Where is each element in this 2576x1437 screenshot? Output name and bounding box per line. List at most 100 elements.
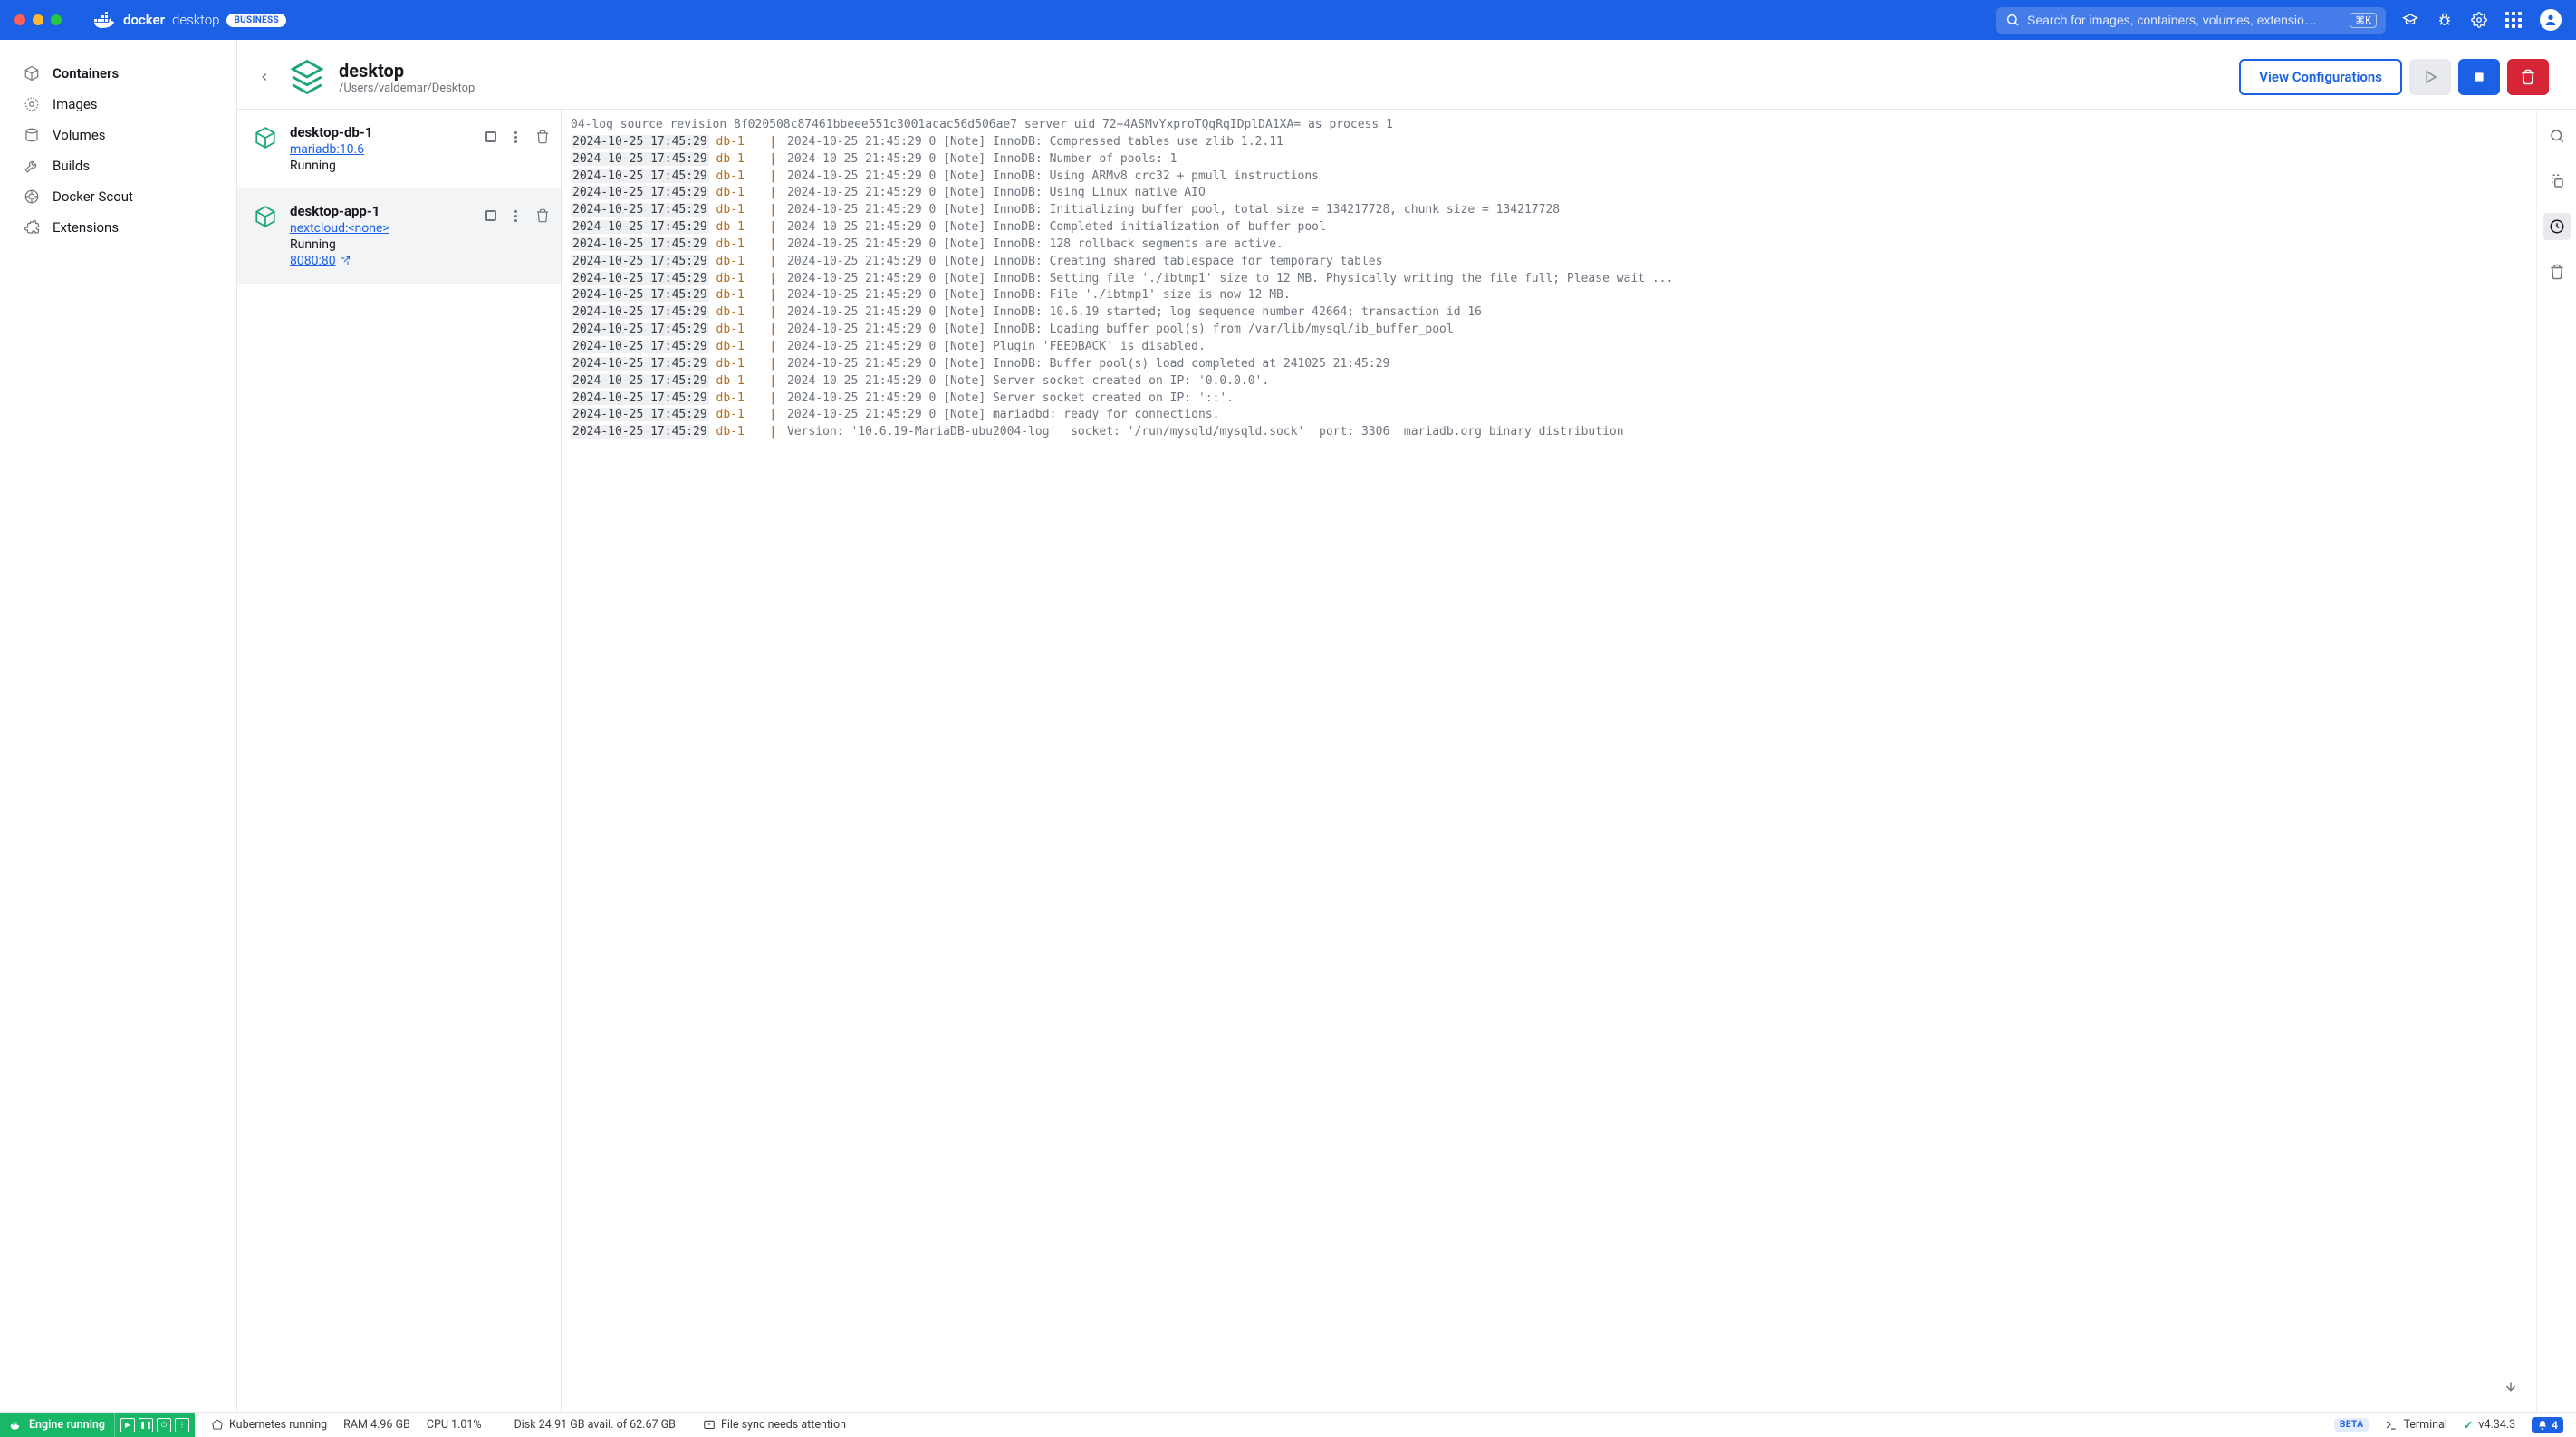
ram-usage: RAM 4.96 GB (343, 1418, 410, 1432)
filesync-status[interactable]: File sync needs attention (703, 1418, 846, 1432)
engine-controls: ▶ ❚❚ ⏻ ⋮ (114, 1413, 195, 1437)
chevron-left-icon (258, 71, 271, 83)
search-input[interactable] (2027, 13, 2342, 27)
filesync-text: File sync needs attention (721, 1418, 846, 1432)
sidebar-item-extensions[interactable]: Extensions (0, 212, 236, 243)
sidebar-item-label: Volumes (53, 127, 106, 143)
engine-status[interactable]: Engine running (0, 1413, 114, 1437)
log-line: 2024-10-25 17:45:29 db-1 | 2024-10-25 21… (571, 373, 2527, 391)
global-search[interactable]: ⌘K (1996, 7, 2386, 34)
cube-icon (24, 65, 40, 82)
log-line: 2024-10-25 17:45:29 db-1 | 2024-10-25 21… (571, 202, 2527, 219)
check-icon: ✓ (2464, 1418, 2473, 1432)
business-badge: BUSINESS (226, 14, 285, 27)
play-icon (2422, 69, 2438, 85)
whale-icon (9, 1419, 22, 1432)
minimize-window-button[interactable] (33, 14, 43, 25)
stop-icon (2472, 70, 2486, 84)
log-line: 2024-10-25 17:45:29 db-1 | 2024-10-25 21… (571, 151, 2527, 169)
trash-icon (2520, 69, 2536, 85)
version-text: v4.34.3 (2478, 1418, 2515, 1432)
sidebar-item-scout[interactable]: Docker Scout (0, 181, 236, 212)
statusbar: Engine running ▶ ❚❚ ⏻ ⋮ Kubernetes runni… (0, 1412, 2576, 1437)
engine-pause-icon[interactable]: ❚❚ (139, 1418, 153, 1432)
container-list: desktop-db-1 mariadb:10.6 Running deskto… (237, 110, 562, 1412)
engine-menu-icon[interactable]: ⋮ (175, 1418, 189, 1432)
cpu-usage: CPU 1.01% (427, 1418, 482, 1432)
clock-icon (2549, 218, 2565, 235)
stop-container-icon[interactable] (485, 131, 496, 142)
scroll-to-bottom-button[interactable] (2498, 1374, 2523, 1399)
stop-container-icon[interactable] (485, 210, 496, 221)
container-port-link[interactable]: 8080:80 (290, 254, 351, 268)
search-shortcut: ⌘K (2350, 13, 2377, 28)
stop-button[interactable] (2458, 59, 2500, 95)
fullscreen-window-button[interactable] (51, 14, 62, 25)
container-image-link[interactable]: mariadb:10.6 (290, 142, 364, 157)
container-cube-icon (254, 126, 277, 149)
k8s-status: Kubernetes running (211, 1418, 327, 1432)
sidebar: Containers Images Volumes Builds Docker … (0, 40, 237, 1412)
sidebar-item-volumes[interactable]: Volumes (0, 120, 236, 150)
clear-logs-button[interactable] (2543, 258, 2571, 285)
container-menu-icon[interactable] (514, 210, 517, 222)
settings-gear-icon[interactable] (2471, 12, 2487, 28)
engine-power-icon[interactable]: ⏻ (157, 1418, 171, 1432)
log-line: 2024-10-25 17:45:29 db-1 | 2024-10-25 21… (571, 236, 2527, 254)
brand: docker desktop BUSINESS (94, 12, 286, 28)
log-line: 2024-10-25 17:45:29 db-1 | 2024-10-25 21… (571, 322, 2527, 339)
terminal-toggle[interactable]: Terminal (2385, 1418, 2446, 1432)
puzzle-icon (24, 219, 40, 236)
trash-icon[interactable] (535, 208, 550, 223)
logs-output[interactable]: 04-log source revision 8f020508c87461bbe… (562, 110, 2536, 1412)
page-header: desktop /Users/valdemar/Desktop View Con… (237, 40, 2576, 109)
window-controls (14, 14, 62, 25)
page-path: /Users/valdemar/Desktop (339, 82, 475, 95)
view-configurations-button[interactable]: View Configurations (2239, 59, 2402, 95)
logs-panel: 04-log source revision 8f020508c87461bbe… (562, 110, 2576, 1412)
k8s-status-text: Kubernetes running (229, 1418, 327, 1432)
terminal-label: Terminal (2403, 1418, 2446, 1432)
sidebar-item-builds[interactable]: Builds (0, 150, 236, 181)
container-image-link[interactable]: nextcloud:<none> (290, 221, 389, 236)
container-list-item[interactable]: desktop-db-1 mariadb:10.6 Running (237, 110, 561, 188)
search-icon (2005, 13, 2020, 27)
trash-icon[interactable] (535, 130, 550, 144)
page-title: desktop (339, 60, 475, 82)
copy-logs-button[interactable] (2543, 168, 2571, 195)
sidebar-item-images[interactable]: Images (0, 89, 236, 120)
scout-icon (24, 188, 40, 205)
start-button[interactable] (2409, 59, 2451, 95)
apps-grid-icon[interactable] (2505, 12, 2522, 28)
container-cube-icon (254, 205, 277, 228)
log-line: 2024-10-25 17:45:29 db-1 | 2024-10-25 21… (571, 287, 2527, 304)
log-line: 2024-10-25 17:45:29 db-1 | 2024-10-25 21… (571, 407, 2527, 424)
learning-icon[interactable] (2402, 12, 2418, 28)
log-line: 2024-10-25 17:45:29 db-1 | 2024-10-25 21… (571, 356, 2527, 373)
wrench-icon (24, 158, 40, 174)
container-list-item[interactable]: desktop-app-1 nextcloud:<none> Running 8… (237, 188, 561, 284)
search-icon (2549, 128, 2565, 144)
version-info[interactable]: ✓ v4.34.3 (2464, 1418, 2515, 1432)
timestamps-toggle[interactable] (2543, 213, 2571, 240)
image-icon (24, 96, 40, 112)
notifications-badge[interactable]: 4 (2532, 1417, 2563, 1433)
engine-play-icon[interactable]: ▶ (120, 1418, 135, 1432)
container-menu-icon[interactable] (514, 131, 517, 143)
close-window-button[interactable] (14, 14, 25, 25)
user-avatar[interactable] (2540, 9, 2562, 31)
bell-icon (2537, 1420, 2548, 1431)
back-button[interactable] (254, 66, 275, 88)
sidebar-item-containers[interactable]: Containers (0, 58, 236, 89)
bug-icon[interactable] (2437, 12, 2453, 28)
brand-text-a: docker (123, 12, 165, 28)
disk-usage: Disk 24.91 GB avail. of 62.67 GB (514, 1418, 676, 1432)
container-name: desktop-db-1 (290, 124, 473, 140)
docker-logo-icon (94, 12, 116, 28)
sidebar-item-label: Builds (53, 158, 90, 174)
delete-button[interactable] (2507, 59, 2549, 95)
log-line: 2024-10-25 17:45:29 db-1 | 2024-10-25 21… (571, 271, 2527, 288)
search-logs-button[interactable] (2543, 122, 2571, 149)
container-status: Running (290, 237, 473, 252)
sidebar-item-label: Containers (53, 65, 119, 82)
